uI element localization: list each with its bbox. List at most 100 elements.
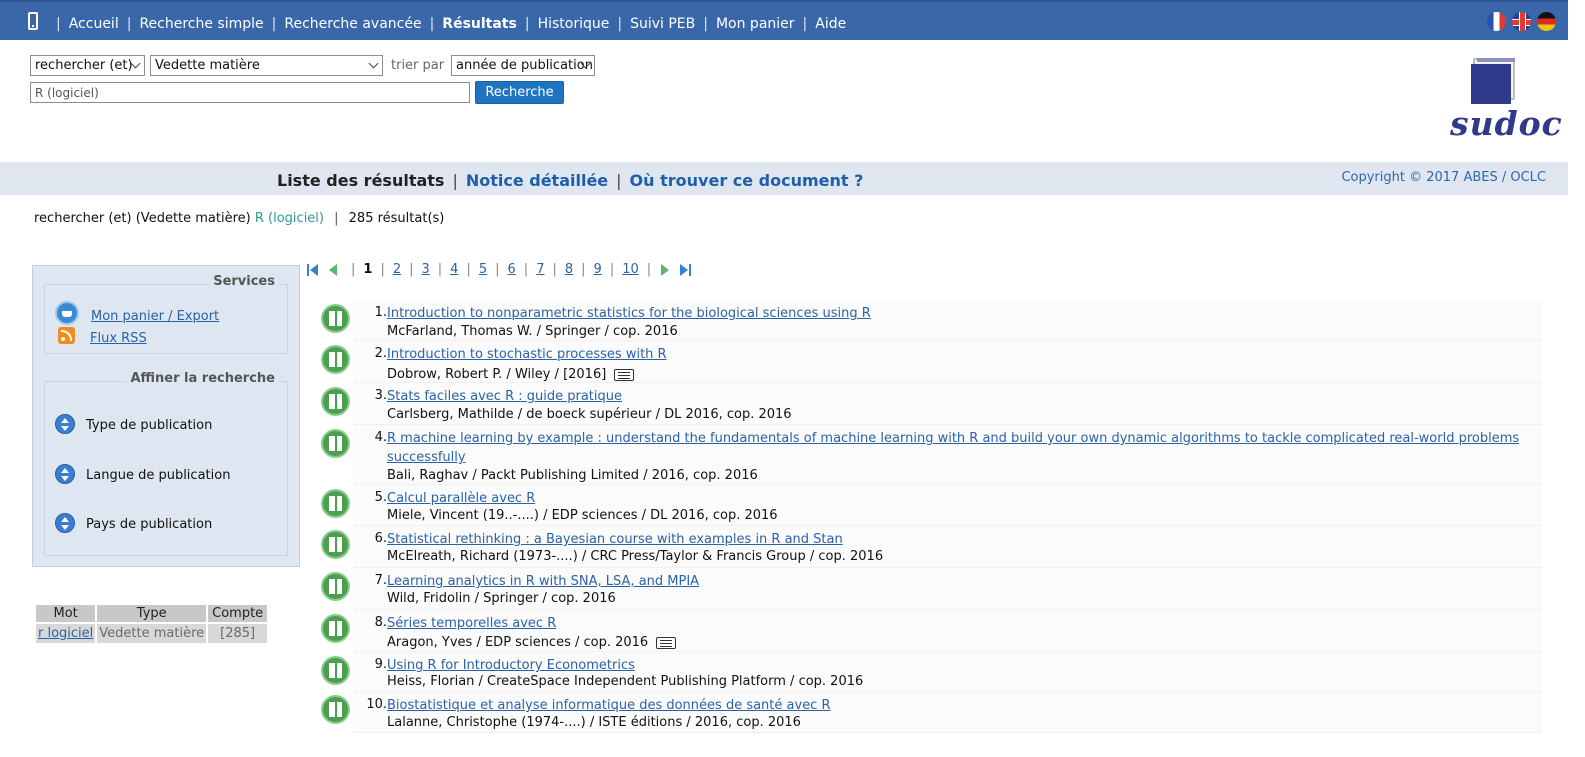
column-header-mot: Mot [36, 605, 96, 622]
search-button[interactable]: Recherche [475, 81, 564, 104]
german-flag-icon[interactable] [1537, 12, 1556, 31]
result-item: 10. Biostatistique et analyse informatiq… [305, 693, 1542, 733]
page-link[interactable]: 2 [393, 262, 401, 277]
book-icon [321, 489, 350, 518]
french-flag-icon[interactable] [1487, 12, 1506, 31]
facet-type-publication[interactable]: Type de publication [86, 418, 212, 433]
result-item: 1. Introduction to nonparametric statist… [305, 300, 1542, 341]
search-term: R (logiciel) [254, 211, 324, 226]
nav-accueil[interactable]: Accueil [69, 16, 119, 32]
result-title-link[interactable]: Biostatistique et analyse informatique d… [387, 696, 831, 715]
result-author: Heiss, Florian / CreateSpace Independent… [387, 674, 864, 689]
result-title-link[interactable]: Stats faciles avec R : guide pratique [387, 387, 622, 406]
sort-select[interactable]: année de publication [451, 55, 595, 76]
page-link[interactable]: 8 [565, 262, 573, 277]
result-author: Lalanne, Christophe (1974-....) / ISTE é… [387, 715, 801, 730]
next-page-icon[interactable] [659, 263, 671, 277]
tab-ou-trouver[interactable]: Où trouver ce document ? [630, 171, 864, 190]
nav-suivi-peb[interactable]: Suivi PEB [630, 16, 695, 32]
nav-recherche-avancee[interactable]: Recherche avancée [284, 16, 421, 32]
language-switcher [1487, 12, 1556, 31]
book-icon [321, 572, 350, 601]
result-author: McFarland, Thomas W. / Springer / cop. 2… [387, 324, 678, 339]
result-item: 8. Séries temporelles avec R Aragon, Yve… [305, 610, 1542, 652]
nav-aide[interactable]: Aide [815, 16, 846, 32]
book-icon [321, 345, 350, 374]
basket-icon[interactable] [55, 301, 79, 325]
ebook-icon [656, 636, 677, 649]
services-box: Services Mon panier / Export Flux RSS [44, 274, 288, 354]
result-author: Bali, Raghav / Packt Publishing Limited … [387, 468, 758, 483]
result-author: Miele, Vincent (19..-....) / EDP science… [387, 508, 778, 523]
page-link[interactable]: 5 [479, 262, 487, 277]
term-count: [285] [208, 624, 268, 643]
result-author: McElreath, Richard (1973-....) / CRC Pre… [387, 549, 884, 564]
page-link[interactable]: 9 [594, 262, 602, 277]
sudoc-logo[interactable]: sudoc [1446, 56, 1562, 144]
result-author: Dobrow, Robert P. / Wiley / [2016] [387, 367, 607, 382]
facet-pays-publication[interactable]: Pays de publication [86, 517, 212, 532]
tab-notice-detaillee[interactable]: Notice détaillée [466, 171, 608, 190]
main-menu: | Accueil | Recherche simple | Recherche… [56, 16, 847, 32]
previous-page-icon[interactable] [327, 263, 339, 277]
ebook-icon [614, 368, 635, 381]
first-page-icon[interactable] [307, 263, 319, 277]
book-icon [321, 530, 350, 559]
page-link[interactable]: 6 [508, 262, 516, 277]
result-title-link[interactable]: Introduction to stochastic processes wit… [387, 345, 667, 364]
nav-historique[interactable]: Historique [538, 16, 610, 32]
search-input[interactable] [30, 82, 470, 103]
services-title: Services [209, 274, 279, 289]
term-link[interactable]: r logiciel [38, 626, 93, 641]
page-link[interactable]: 4 [450, 262, 458, 277]
expand-collapse-icon[interactable] [55, 464, 75, 484]
result-title-link[interactable]: R machine learning by example : understa… [387, 429, 1527, 467]
result-title-link[interactable]: Introduction to nonparametric statistics… [387, 304, 871, 323]
column-header-type: Type [97, 605, 207, 622]
result-title-link[interactable]: Statistical rethinking : a Bayesian cour… [387, 530, 843, 549]
facet-langue-publication[interactable]: Langue de publication [86, 468, 230, 483]
term-type: Vedette matière [97, 624, 207, 643]
result-title-link[interactable]: Calcul parallèle avec R [387, 489, 535, 508]
last-page-icon[interactable] [679, 263, 692, 277]
result-author: Aragon, Yves / EDP sciences / cop. 2016 [387, 635, 649, 650]
expand-collapse-icon[interactable] [55, 414, 75, 434]
result-item: 9. Using R for Introductory Econometrics… [305, 652, 1542, 693]
mobile-icon[interactable] [28, 12, 38, 30]
current-page: 1 [363, 262, 373, 277]
nav-mon-panier[interactable]: Mon panier [716, 16, 795, 32]
page-link[interactable]: 7 [536, 262, 544, 277]
refine-title: Affiner la recherche [126, 371, 279, 386]
nav-recherche-simple[interactable]: Recherche simple [139, 16, 263, 32]
refine-box: Affiner la recherche Type de publication… [44, 371, 288, 556]
expand-collapse-icon[interactable] [55, 513, 75, 533]
tab-liste-resultats[interactable]: Liste des résultats [277, 171, 444, 190]
book-icon [321, 304, 350, 333]
index-select[interactable]: Vedette matière [150, 55, 383, 76]
sort-label: trier par [391, 58, 445, 73]
basket-export-link[interactable]: Mon panier / Export [91, 309, 219, 324]
search-summary: rechercher (et) (Vedette matière) R (log… [34, 211, 445, 226]
result-author: Wild, Fridolin / Springer / cop. 2016 [387, 591, 616, 606]
chevron-down-icon [368, 58, 379, 69]
result-item: 4. R machine learning by example : under… [305, 425, 1542, 485]
operator-select[interactable]: rechercher (et) [30, 55, 145, 76]
page-link[interactable]: 10 [622, 262, 639, 277]
result-item: 3. Stats faciles avec R : guide pratique… [305, 383, 1542, 425]
result-item: 2. Introduction to stochastic processes … [305, 341, 1542, 383]
english-flag-icon[interactable] [1512, 12, 1531, 31]
sidebar: Services Mon panier / Export Flux RSS Af… [32, 265, 300, 567]
nav-resultats[interactable]: Résultats [442, 16, 517, 32]
rss-icon[interactable] [58, 327, 75, 344]
terms-table: Mot Type Compte r logiciel Vedette matiè… [34, 603, 269, 645]
result-title-link[interactable]: Learning analytics in R with SNA, LSA, a… [387, 572, 699, 591]
table-row: r logiciel Vedette matière [285] [36, 624, 268, 643]
rss-link[interactable]: Flux RSS [90, 331, 147, 346]
result-title-link[interactable]: Séries temporelles avec R [387, 614, 556, 633]
book-icon [321, 429, 350, 458]
table-header-row: Mot Type Compte [36, 605, 268, 622]
result-title-link[interactable]: Using R for Introductory Econometrics [387, 656, 635, 675]
copyright[interactable]: Copyright © 2017 ABES / OCLC [1341, 170, 1546, 185]
result-item: 7. Learning analytics in R with SNA, LSA… [305, 568, 1542, 610]
page-link[interactable]: 3 [422, 262, 430, 277]
